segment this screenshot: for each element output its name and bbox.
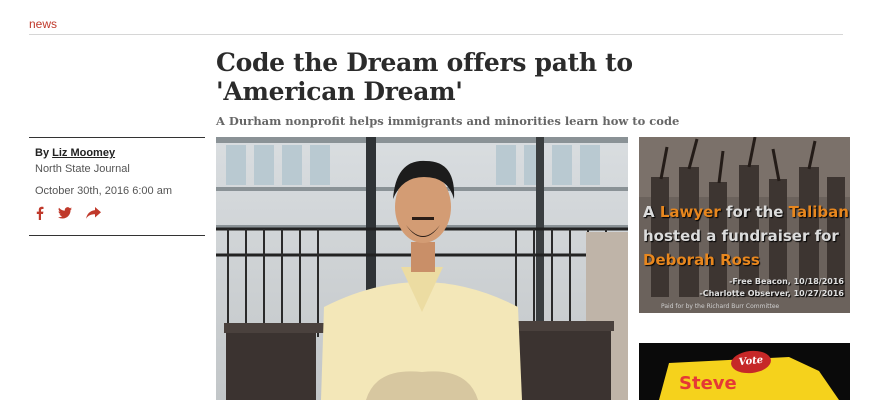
- section-link-news[interactable]: news: [29, 17, 57, 31]
- byline-prefix: By: [35, 147, 50, 159]
- publication-name: North State Journal: [35, 163, 130, 175]
- ad-headline: A Lawyer for the Taliban hosted a fundra…: [643, 203, 849, 269]
- ad-citation-2: -Charlotte Observer, 10/27/2016: [699, 289, 844, 298]
- facebook-icon[interactable]: [35, 206, 44, 220]
- share-arrow-icon[interactable]: [86, 207, 101, 219]
- ad-banner-bottom[interactable]: Vote Steve: [639, 343, 850, 400]
- article-photo: [216, 137, 628, 400]
- article-headline: Code the Dream offers path to 'American …: [216, 48, 633, 106]
- ad-citation-1: -Free Beacon, 10/18/2016: [729, 277, 844, 286]
- author-link[interactable]: Liz Moomey: [52, 147, 115, 159]
- ad-disclaimer: Paid for by the Richard Burr Committee: [661, 303, 780, 310]
- publish-date: October 30th, 2016 6:00 am: [35, 185, 172, 197]
- twitter-icon[interactable]: [58, 207, 72, 219]
- article-dek: A Durham nonprofit helps immigrants and …: [216, 114, 680, 128]
- ad-banner-top[interactable]: A Lawyer for the Taliban hosted a fundra…: [639, 137, 850, 313]
- share-bar: [35, 206, 101, 220]
- byline-box: By Liz Moomey North State Journal Octobe…: [29, 137, 205, 236]
- ad-candidate-name: Steve: [679, 373, 737, 394]
- section-divider: [29, 34, 843, 35]
- byline: By Liz Moomey: [35, 147, 115, 159]
